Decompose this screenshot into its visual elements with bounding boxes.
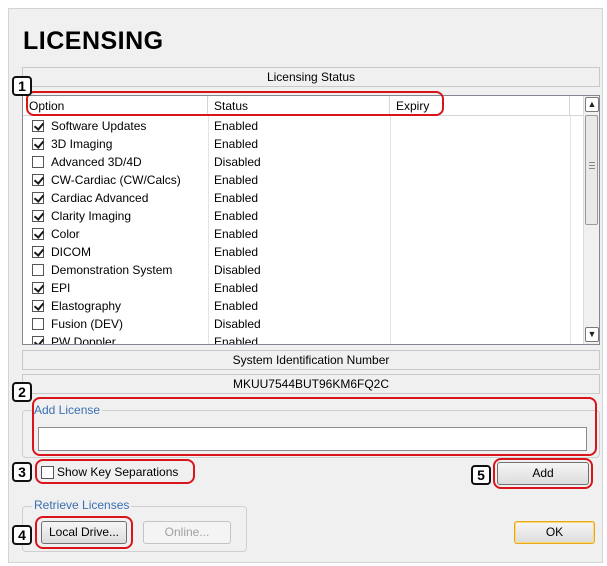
option-status: Disabled <box>214 317 261 331</box>
licensing-status-header: Licensing Status <box>22 67 600 87</box>
option-name: Software Updates <box>51 119 147 133</box>
system-id-value: MKUU7544BUT96KM6FQ2C <box>22 374 600 394</box>
option-checkbox[interactable] <box>32 300 44 312</box>
option-name: EPI <box>51 281 71 295</box>
option-status: Disabled <box>214 263 261 277</box>
callout-highlight-show-key-separations <box>35 459 195 484</box>
option-status: Enabled <box>214 119 259 133</box>
list-item[interactable]: Software Updates Enabled <box>23 117 585 135</box>
page-title: LICENSING <box>23 27 164 55</box>
option-status: Enabled <box>214 137 259 151</box>
list-item[interactable]: Demonstration System Disabled <box>23 261 585 279</box>
option-name: Elastography <box>51 299 122 313</box>
vertical-scrollbar[interactable]: ▲ ▼ <box>583 96 599 344</box>
list-item[interactable]: 3D Imaging Enabled <box>23 135 585 153</box>
callout-highlight-add-license <box>32 397 597 456</box>
option-checkbox[interactable] <box>32 228 44 240</box>
option-status: Enabled <box>214 191 259 205</box>
option-status: Disabled <box>214 155 261 169</box>
option-checkbox[interactable] <box>32 336 44 344</box>
list-item[interactable]: Color Enabled <box>23 225 585 243</box>
callout-badge-5: 5 <box>471 465 491 485</box>
option-name: PW Doppler <box>51 335 116 345</box>
option-status: Enabled <box>214 281 259 295</box>
list-item[interactable]: CW-Cardiac (CW/Calcs) Enabled <box>23 171 585 189</box>
callout-badge-2: 2 <box>12 382 32 402</box>
option-checkbox[interactable] <box>32 210 44 222</box>
option-name: Advanced 3D/4D <box>51 155 142 169</box>
callout-highlight-column-headers <box>26 91 444 116</box>
list-item[interactable]: Elastography Enabled <box>23 297 585 315</box>
callout-badge-3: 3 <box>12 462 32 482</box>
option-name: Demonstration System <box>51 263 173 277</box>
list-item[interactable]: Clarity Imaging Enabled <box>23 207 585 225</box>
option-checkbox[interactable] <box>32 282 44 294</box>
scroll-down-icon[interactable]: ▼ <box>585 327 599 342</box>
option-checkbox[interactable] <box>32 156 44 168</box>
option-checkbox[interactable] <box>32 318 44 330</box>
option-checkbox[interactable] <box>32 138 44 150</box>
callout-highlight-add-button <box>493 458 593 489</box>
option-status: Enabled <box>214 245 259 259</box>
option-name: Fusion (DEV) <box>51 317 124 331</box>
option-checkbox[interactable] <box>32 174 44 186</box>
option-name: Clarity Imaging <box>51 209 132 223</box>
list-item[interactable]: Cardiac Advanced Enabled <box>23 189 585 207</box>
option-status: Enabled <box>214 299 259 313</box>
system-id-header: System Identification Number <box>22 350 600 370</box>
list-item[interactable]: PW Doppler Enabled <box>23 333 585 345</box>
option-checkbox[interactable] <box>32 192 44 204</box>
option-name: CW-Cardiac (CW/Calcs) <box>51 173 181 187</box>
option-name: 3D Imaging <box>51 137 113 151</box>
list-item[interactable]: EPI Enabled <box>23 279 585 297</box>
option-name: Cardiac Advanced <box>51 191 149 205</box>
option-status: Enabled <box>214 209 259 223</box>
option-checkbox[interactable] <box>32 264 44 276</box>
option-status: Enabled <box>214 335 259 345</box>
option-checkbox[interactable] <box>32 246 44 258</box>
callout-badge-4: 4 <box>12 525 32 545</box>
licensing-status-list[interactable]: Option Status Expiry Software Updates Ena… <box>22 95 600 345</box>
retrieve-licenses-legend: Retrieve Licenses <box>32 498 132 512</box>
online-button[interactable]: Online... <box>143 521 231 544</box>
list-item[interactable]: Fusion (DEV) Disabled <box>23 315 585 333</box>
callout-highlight-local-drive <box>35 516 133 549</box>
callout-badge-1: 1 <box>12 76 32 96</box>
option-checkbox[interactable] <box>32 120 44 132</box>
option-name: Color <box>51 227 80 241</box>
scroll-up-icon[interactable]: ▲ <box>585 97 599 112</box>
option-status: Enabled <box>214 227 259 241</box>
option-name: DICOM <box>51 245 91 259</box>
grip-icon <box>589 162 595 169</box>
option-status: Enabled <box>214 173 259 187</box>
scrollbar-thumb[interactable] <box>585 115 598 225</box>
list-item[interactable]: DICOM Enabled <box>23 243 585 261</box>
ok-button[interactable]: OK <box>514 521 595 544</box>
list-item[interactable]: Advanced 3D/4D Disabled <box>23 153 585 171</box>
